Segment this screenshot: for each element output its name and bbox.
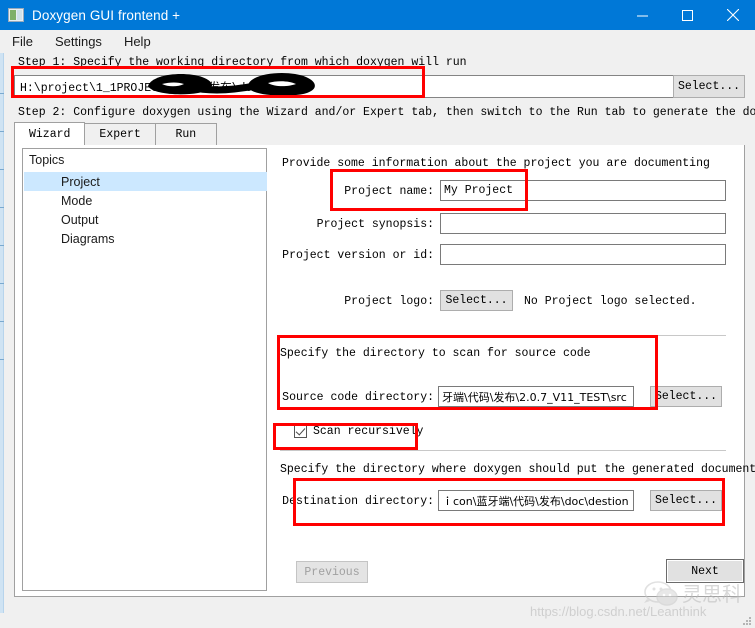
resize-grip[interactable] [743,617,751,625]
close-icon[interactable] [710,0,755,30]
scan-recursively-checkbox[interactable] [294,425,307,438]
menu-bar: File Settings Help [0,30,755,53]
project-name-value: My Project [444,184,514,197]
dest-dir-value: ｉcon\蓝牙端\代码\发布\doc\destion [442,494,629,508]
source-section-label: Specify the directory to scan for source… [280,347,591,360]
watermark-url: https://blog.csdn.net/Leanthink [530,604,707,619]
project-synopsis-input[interactable] [440,213,726,234]
divider-source [280,335,726,336]
watermark-brand: 灵思科 [682,582,742,606]
project-name-label: Project name: [344,185,434,198]
wizard-panel: Topics Project Mode Output Diagrams Prov… [14,145,755,597]
watermark-logo: 灵思科 [643,578,742,607]
scan-recursively-row[interactable]: Scan recursively [294,425,423,438]
working-directory-select-button[interactable]: Select... [673,75,745,98]
project-intro-text: Provide some information about the proje… [282,157,710,170]
source-dir-input[interactable]: 牙端\代码\发布\2.0.7_V11_TEST\src [438,386,634,407]
step2-label: Step 2: Configure doxygen using the Wiza… [18,106,755,119]
step1-label: Step 1: Specify the working directory fr… [18,56,467,69]
wizard-project-page: Provide some information about the proje… [274,145,755,597]
topic-item-mode[interactable]: Mode [24,191,267,210]
window-left-edge [0,53,4,613]
topic-item-diagrams[interactable]: Diagrams [24,229,267,248]
topics-list: Topics Project Mode Output Diagrams [22,148,267,591]
tab-strip: Wizard Expert Run [14,122,745,146]
tab-expert[interactable]: Expert [84,123,156,145]
menu-settings[interactable]: Settings [55,34,102,49]
topics-title: Topics [29,153,65,167]
tab-wizard[interactable]: Wizard [14,122,86,145]
source-dir-select-button[interactable]: Select... [650,386,722,407]
doxygen-wizard-window: Doxygen GUI frontend + File Settings Hel… [0,0,755,628]
project-synopsis-label: Project synopsis: [316,218,434,231]
app-icon [8,8,24,22]
dest-dir-input[interactable]: ｉcon\蓝牙端\代码\发布\doc\destion [438,490,634,511]
menu-help[interactable]: Help [124,34,151,49]
window-title: Doxygen GUI frontend + [32,7,181,23]
previous-button[interactable]: Previous [296,561,368,583]
working-directory-input[interactable]: H:\project\1_1PROJECT\​ 代码\发布\doc [14,75,677,98]
topic-item-project[interactable]: Project [24,172,267,191]
divider-destination [280,450,726,451]
source-dir-label: Source code directory: [282,391,434,404]
project-version-label: Project version or id: [282,249,434,262]
dest-dir-label: Destination directory: [282,495,434,508]
project-logo-status: No Project logo selected. [524,295,697,308]
window-controls [620,0,755,30]
maximize-icon[interactable] [665,0,710,30]
title-bar: Doxygen GUI frontend + [0,0,755,30]
project-name-input[interactable]: My Project [440,180,726,201]
working-directory-value: H:\project\1_1PROJECT\​ 代码\发布\doc [20,81,260,95]
tab-run[interactable]: Run [154,123,217,145]
project-logo-select-button[interactable]: Select... [440,290,513,311]
project-logo-label: Project logo: [344,295,434,308]
scan-recursively-label: Scan recursively [313,425,424,438]
project-version-input[interactable] [440,244,726,265]
dest-dir-select-button[interactable]: Select... [650,490,722,511]
topic-item-output[interactable]: Output [24,210,267,229]
minimize-icon[interactable] [620,0,665,30]
wechat-icon [644,580,678,606]
source-dir-value: 牙端\代码\发布\2.0.7_V11_TEST\src [442,390,627,404]
dest-section-label: Specify the directory where doxygen shou… [280,463,755,476]
menu-file[interactable]: File [12,34,33,49]
